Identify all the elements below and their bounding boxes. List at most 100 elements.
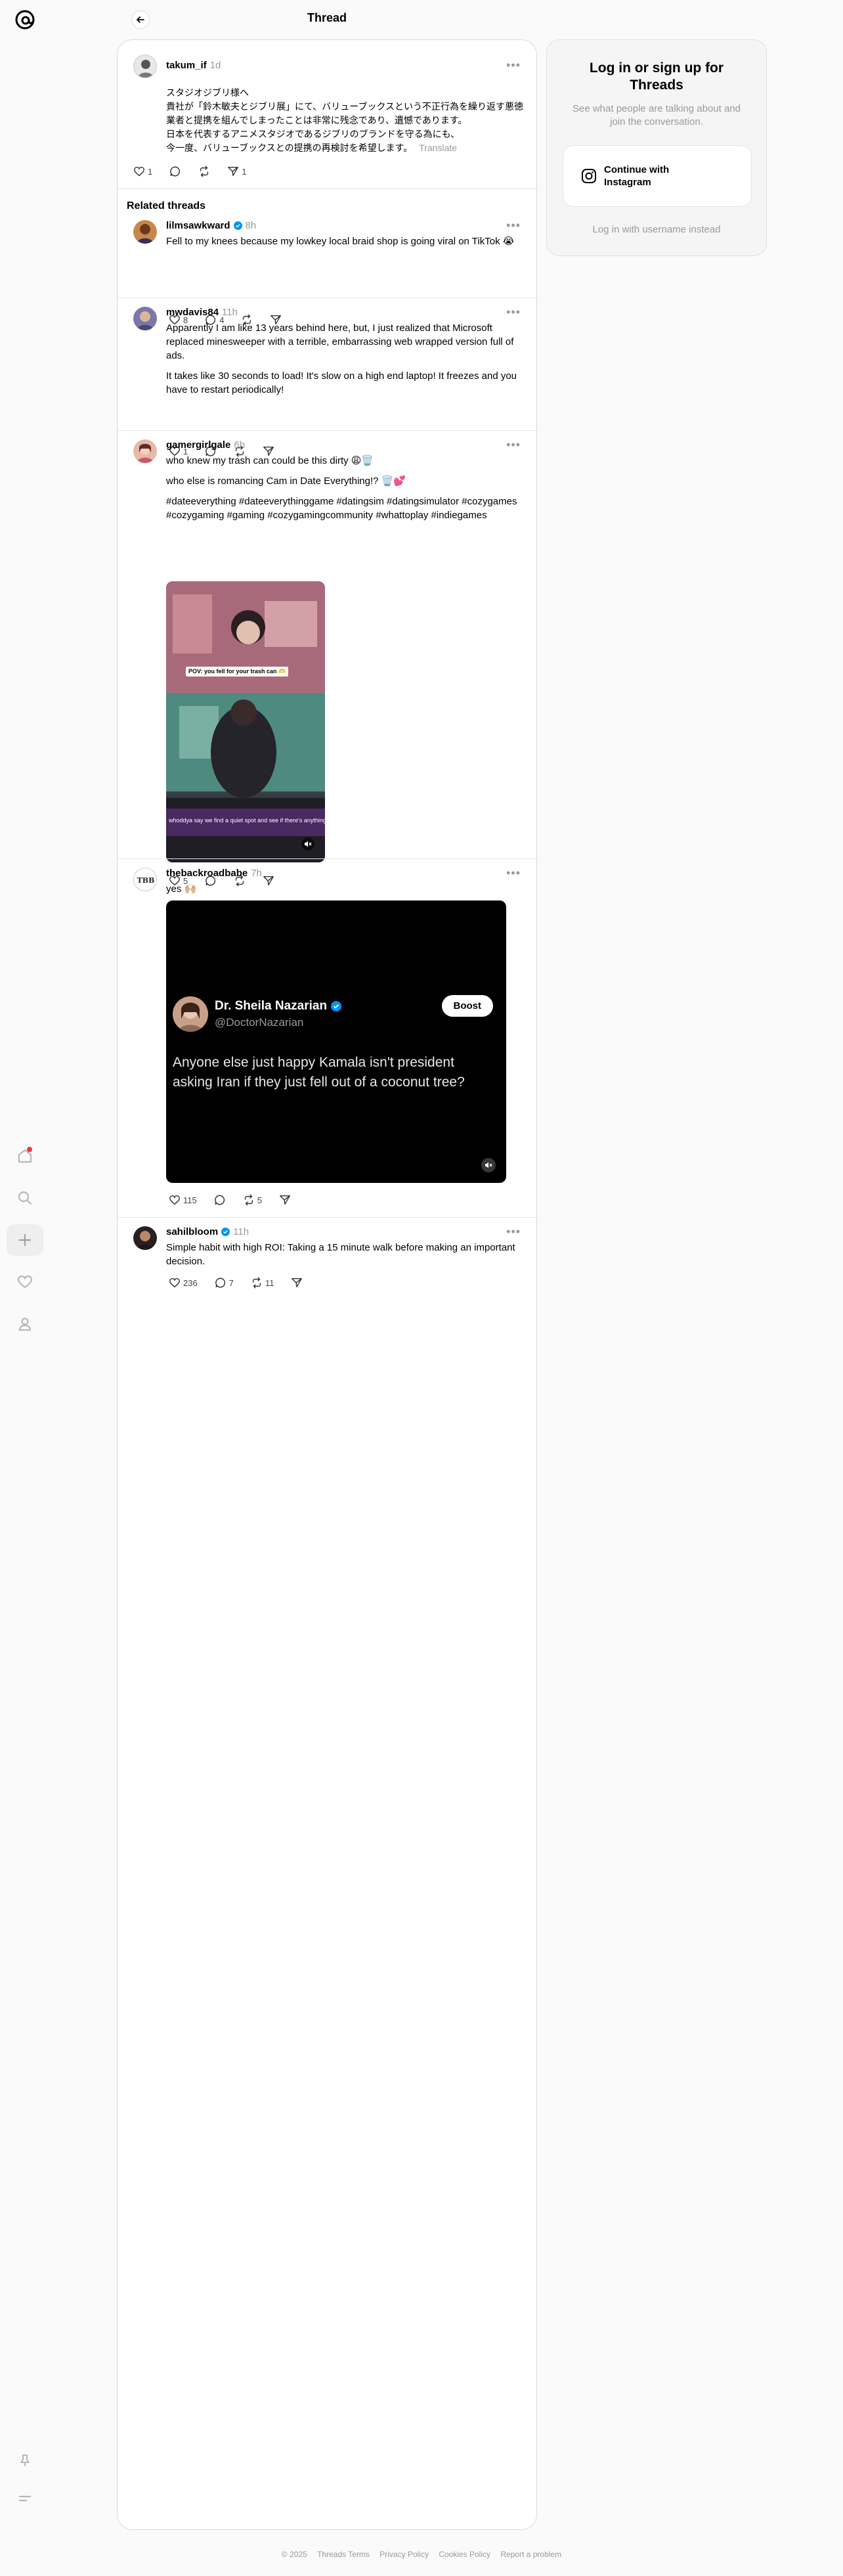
instagram-button-label: Continue with Instagram — [604, 164, 670, 188]
repost-icon — [200, 166, 209, 177]
photo-caption-bottom: whoddya say we find a quiet spot and see… — [169, 817, 325, 824]
repost-icon — [252, 1277, 261, 1289]
like-button[interactable]: 1 — [129, 162, 156, 181]
post-actions: 236 7 11 — [165, 1274, 307, 1292]
more-options-icon[interactable]: ••• — [506, 1225, 521, 1239]
footer: © 2025 Threads Terms Privacy Policy Cook… — [0, 2550, 843, 2559]
activity-heart-icon[interactable] — [7, 1266, 43, 1298]
post-body: who knew my trash can could be this dirt… — [166, 454, 525, 529]
boost-button: Boost — [441, 995, 493, 1017]
post-video[interactable]: Dr. Sheila Nazarian @DoctorNazarian Boos… — [166, 900, 506, 1183]
more-options-icon[interactable]: ••• — [506, 305, 521, 319]
reply-button[interactable] — [210, 1191, 230, 1209]
reply-count: 7 — [228, 1277, 234, 1288]
profile-icon[interactable] — [7, 1308, 43, 1340]
left-rail — [0, 0, 50, 2576]
post-hashtags: #dateeverything #dateeverythinggame #dat… — [166, 496, 517, 521]
like-count: 1 — [148, 166, 153, 177]
login-card: Log in or sign up for Threads See what p… — [546, 39, 767, 256]
login-with-username-link[interactable]: Log in with username instead — [547, 224, 766, 235]
post-time: 6h — [234, 439, 246, 451]
post-time: 7h — [251, 868, 262, 879]
like-count: 236 — [183, 1277, 198, 1288]
post-text: who else is romancing Cam in Date Everyt… — [166, 476, 406, 487]
post-body: yes 🙌🏼 — [166, 882, 525, 902]
footer-terms-link[interactable]: Threads Terms — [317, 2550, 370, 2559]
like-button[interactable]: 115 — [165, 1191, 201, 1209]
post-username[interactable]: thebackroadbabe — [166, 868, 248, 879]
search-icon[interactable] — [7, 1182, 43, 1214]
pin-icon[interactable] — [7, 2445, 43, 2476]
post-username[interactable]: lilmsawkward — [166, 220, 230, 231]
repost-button[interactable] — [194, 162, 214, 181]
top-bar: Thread — [117, 0, 537, 39]
photo-caption-top: POV: you fell for your trash can 🫶 — [186, 667, 289, 677]
translate-link[interactable]: Translate — [419, 143, 457, 153]
more-options-icon[interactable]: ••• — [506, 219, 521, 233]
post-username[interactable]: takum_if — [166, 60, 207, 71]
login-title: Log in or sign up for Threads — [589, 60, 724, 93]
comment-icon — [214, 1195, 225, 1205]
share-button[interactable] — [287, 1274, 307, 1292]
page-title: Thread — [307, 11, 347, 24]
post-text: It takes like 30 seconds to load! It's s… — [166, 370, 517, 395]
reply-button[interactable]: 7 — [211, 1274, 238, 1292]
post-time: 8h — [245, 220, 257, 231]
share-button[interactable] — [275, 1191, 295, 1209]
video-avatar — [173, 996, 208, 1032]
post-line: スタジオジブリ様へ — [166, 87, 249, 98]
repost-button[interactable]: 5 — [239, 1191, 266, 1209]
repost-button[interactable]: 11 — [247, 1274, 278, 1292]
avatar[interactable] — [133, 439, 157, 463]
post-username[interactable]: mwdavis84 — [166, 307, 219, 318]
post-username[interactable]: gamergirlgale — [166, 439, 230, 451]
post-line: 業者と提携を組んでしまったことは非常に残念であり、遺憾であります。 — [166, 115, 467, 125]
login-subtitle: See what people are talking about and jo… — [572, 103, 741, 127]
repost-count: 11 — [265, 1277, 274, 1288]
divider — [118, 430, 536, 431]
threads-logo-icon[interactable] — [13, 8, 37, 32]
footer-cookies-link[interactable]: Cookies Policy — [439, 2550, 490, 2559]
avatar[interactable]: TBB — [133, 868, 157, 891]
home-icon[interactable] — [7, 1140, 43, 1172]
post-line: 貴社が「鈴木敏夫とジブリ展」にて、バリューブックスという不正行為を繰り返す悪徳 — [166, 101, 524, 112]
post-photo[interactable]: POV: you fell for your trash can 🫶 whodd… — [166, 581, 325, 862]
like-button[interactable]: 236 — [165, 1274, 202, 1292]
avatar[interactable] — [133, 220, 157, 244]
post-text: yes 🙌🏼 — [166, 883, 197, 895]
video-quote: Anyone else just happy Kamala isn't pres… — [173, 1055, 465, 1090]
menu-icon[interactable] — [7, 2483, 43, 2514]
avatar[interactable] — [133, 1226, 157, 1250]
main-post: takum_if 1d ••• スタジオジブリ様へ 貴社が「鈴木敏夫とジブリ展」… — [118, 40, 536, 189]
like-count: 115 — [183, 1195, 197, 1205]
notification-dot — [27, 1147, 32, 1152]
post-line: 今一度、バリューブックスとの提携の再検討を希望します。 — [166, 143, 413, 153]
reply-button[interactable] — [165, 162, 185, 181]
avatar[interactable] — [133, 55, 157, 78]
continue-with-instagram-button[interactable]: Continue with Instagram — [563, 145, 752, 207]
footer-report-link[interactable]: Report a problem — [500, 2550, 561, 2559]
post-text: Simple habit with high ROI: Taking a 15 … — [166, 1242, 515, 1267]
post-body: Fell to my knees because my lowkey local… — [166, 234, 525, 255]
footer-privacy-link[interactable]: Privacy Policy — [379, 2550, 429, 2559]
divider — [118, 1217, 536, 1218]
mute-icon[interactable] — [481, 1158, 496, 1172]
more-options-icon[interactable]: ••• — [506, 58, 521, 72]
share-button[interactable]: 1 — [223, 162, 250, 181]
mute-icon[interactable] — [301, 837, 314, 851]
avatar[interactable] — [133, 307, 157, 330]
related-thread-post: sahilbloom 11h ••• Simple habit with hig… — [118, 1225, 536, 1310]
post-text: who knew my trash can could be this dirt… — [166, 455, 374, 466]
post-time: 1d — [209, 60, 221, 71]
send-icon — [280, 1195, 290, 1205]
post-actions: 1 1 — [129, 162, 250, 181]
post-text: Apparently I am like 13 years behind her… — [166, 322, 514, 361]
post-body: Simple habit with high ROI: Taking a 15 … — [166, 1241, 525, 1275]
related-threads-heading: Related threads — [127, 200, 206, 211]
more-options-icon[interactable]: ••• — [506, 438, 521, 452]
more-options-icon[interactable]: ••• — [506, 866, 521, 880]
heart-icon — [169, 1195, 180, 1205]
post-username[interactable]: sahilbloom — [166, 1226, 218, 1237]
footer-copyright: © 2025 — [281, 2550, 307, 2559]
create-post-icon[interactable] — [7, 1224, 43, 1256]
